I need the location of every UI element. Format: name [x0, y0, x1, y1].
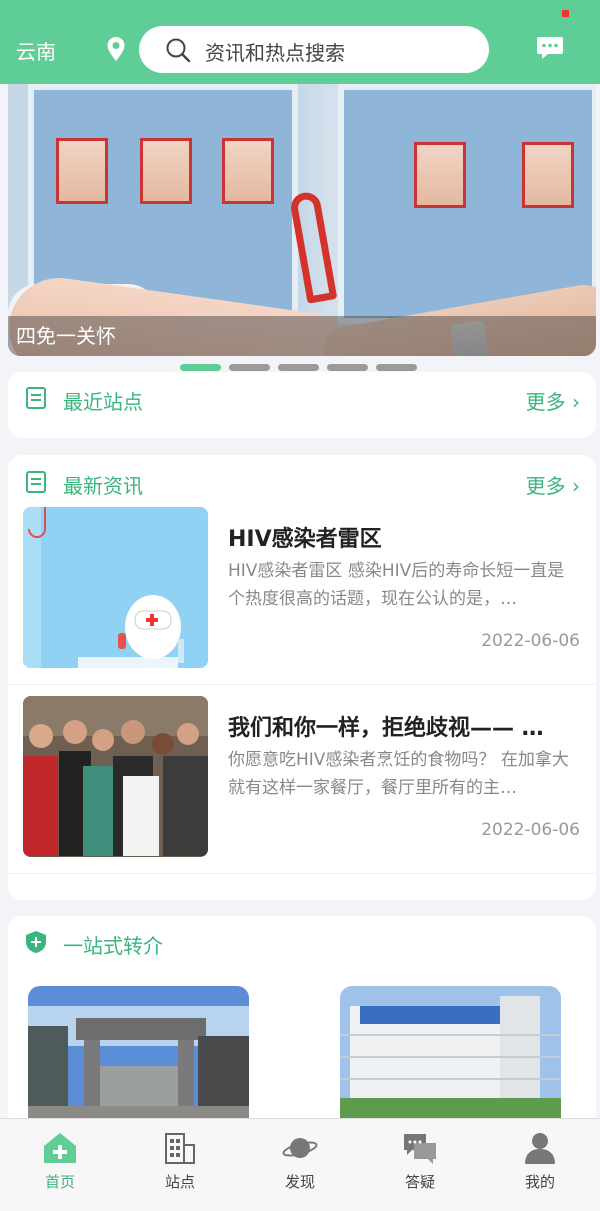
- home-icon: [44, 1133, 76, 1163]
- notification-dot: [562, 10, 569, 17]
- carousel-dot-active[interactable]: [180, 364, 221, 371]
- search-input[interactable]: 资讯和热点搜索: [205, 37, 345, 66]
- news-thumbnail: [23, 696, 208, 857]
- tab-label: 我的: [524, 1173, 555, 1191]
- news-thumbnail: [23, 507, 208, 668]
- search-bar[interactable]: 资讯和热点搜索: [139, 26, 489, 73]
- divider: [8, 684, 596, 685]
- news-item[interactable]: 我们和你一样，拒绝歧视—— … 你愿意吃HIV感染者烹饪的食物吗？ 在加拿大就有…: [8, 696, 596, 884]
- news-title: HIV感染者雷区: [228, 527, 382, 552]
- news-description: 你愿意吃HIV感染者烹饪的食物吗？ 在加拿大就有这样一家餐厅，餐厅里所有的主…: [228, 750, 569, 798]
- referral-card: 一站式转介: [8, 916, 596, 1126]
- banner-portrait: [140, 138, 192, 204]
- city-selector[interactable]: 云南: [16, 36, 56, 65]
- banner-portrait: [522, 142, 574, 208]
- chevron-right-icon: ›: [565, 474, 580, 498]
- search-icon: [166, 38, 191, 63]
- more-label: 更多: [525, 474, 566, 498]
- news-date: 2022-06-06: [481, 820, 580, 840]
- carousel-dot[interactable]: [376, 364, 417, 371]
- referral-title: 一站式转介: [63, 934, 163, 958]
- tab-discover[interactable]: 发现: [240, 1119, 360, 1211]
- tab-label: 首页: [44, 1173, 75, 1191]
- hospital-card[interactable]: [28, 986, 249, 1126]
- message-icon[interactable]: [536, 35, 564, 61]
- chat-bubbles-icon: [404, 1134, 436, 1164]
- banner-carousel[interactable]: 四免一关怀: [8, 84, 596, 356]
- list-doc-icon: [26, 387, 46, 409]
- top-header: 云南 资讯和热点搜索: [0, 0, 600, 84]
- carousel-dot[interactable]: [278, 364, 319, 371]
- tab-home[interactable]: 首页: [0, 1119, 120, 1211]
- bottom-tab-bar: 首页 站点 发现 答疑 我的: [0, 1118, 600, 1211]
- tab-label: 站点: [164, 1173, 195, 1191]
- banner-portrait: [56, 138, 108, 204]
- tab-label: 答疑: [404, 1173, 435, 1191]
- building-icon: [165, 1133, 195, 1164]
- hospital-photo: [28, 986, 249, 1126]
- hospital-photo: [340, 986, 561, 1126]
- recent-stations-card: 最近站点 更多 ›: [8, 372, 596, 438]
- recent-stations-title: 最近站点: [63, 390, 143, 414]
- shield-plus-icon: [26, 931, 46, 953]
- latest-news-more-button[interactable]: 更多 ›: [526, 470, 580, 499]
- carousel-dot[interactable]: [327, 364, 368, 371]
- group-photo: [23, 696, 208, 857]
- news-item[interactable]: HIV感染者雷区 HIV感染者雷区 感染HIV后的寿命长短一直是个热度很高的话题…: [8, 507, 596, 695]
- medical-illustration: [23, 507, 208, 668]
- news-date: 2022-06-06: [481, 631, 580, 651]
- banner-portrait: [414, 142, 466, 208]
- list-doc-icon: [26, 471, 46, 493]
- hospital-card[interactable]: [340, 986, 561, 1126]
- tab-stations[interactable]: 站点: [120, 1119, 240, 1211]
- tab-label: 发现: [284, 1173, 315, 1191]
- news-description: HIV感染者雷区 感染HIV后的寿命长短一直是个热度很高的话题，现在公认的是，…: [228, 561, 565, 609]
- carousel-dot[interactable]: [229, 364, 270, 371]
- user-icon: [525, 1133, 555, 1164]
- latest-news-title: 最新资讯: [63, 474, 143, 498]
- latest-news-card: 最新资讯 更多 › HIV感染者雷区 HIV感染者雷区 感染HIV后的寿命长短一…: [8, 455, 596, 900]
- tab-profile[interactable]: 我的: [480, 1119, 600, 1211]
- recent-stations-more-button[interactable]: 更多 ›: [526, 386, 580, 415]
- banner-caption: 四免一关怀: [8, 316, 596, 356]
- planet-icon: [282, 1138, 318, 1158]
- divider: [8, 873, 596, 874]
- location-pin-icon[interactable]: [106, 36, 126, 62]
- banner-portrait: [222, 138, 274, 204]
- news-title: 我们和你一样，拒绝歧视—— …: [228, 716, 544, 741]
- chevron-right-icon: ›: [565, 390, 580, 414]
- tab-qa[interactable]: 答疑: [360, 1119, 480, 1211]
- more-label: 更多: [525, 390, 566, 414]
